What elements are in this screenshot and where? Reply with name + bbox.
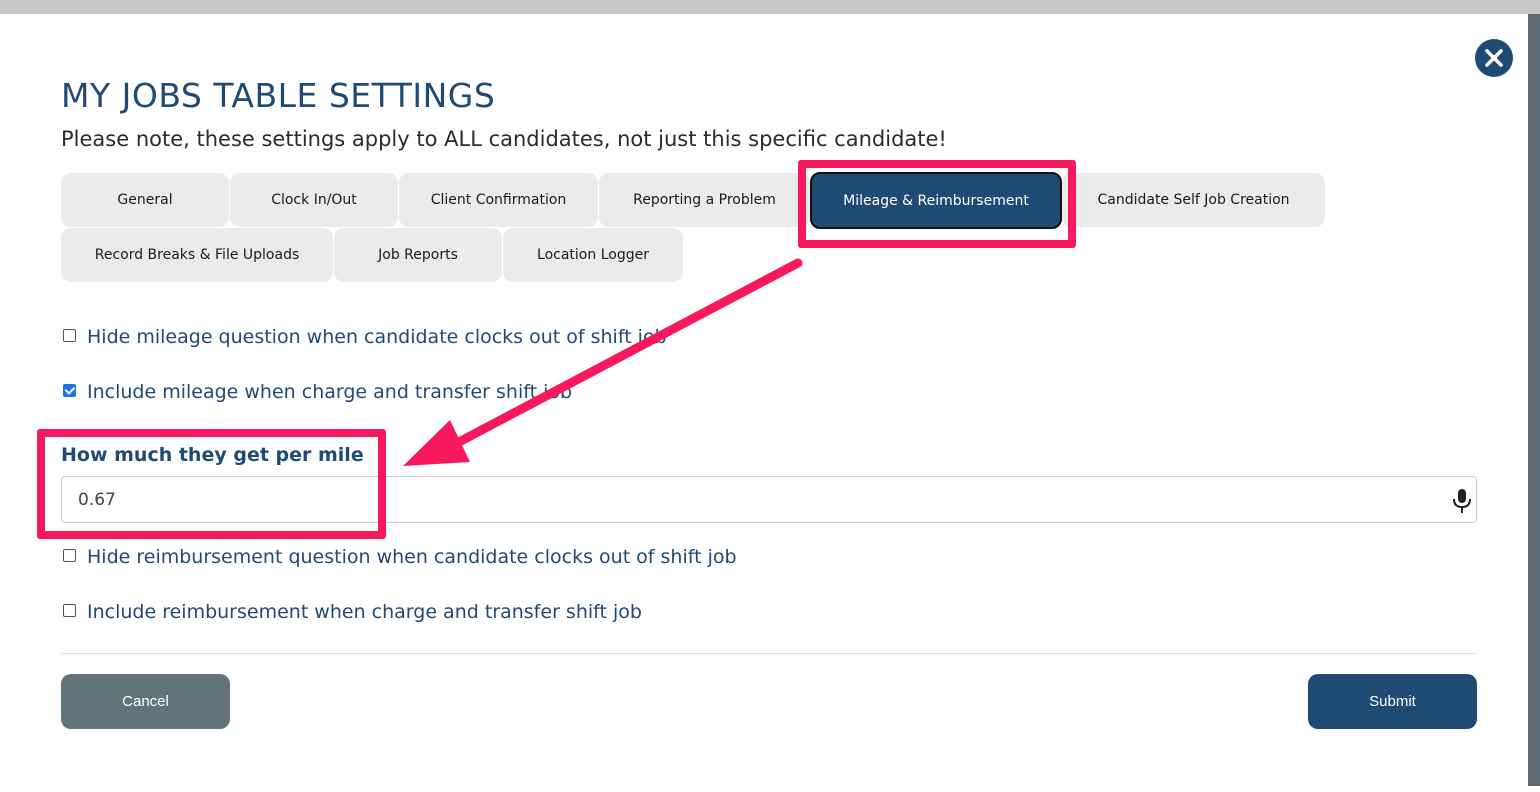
include-mileage-option: Include mileage when charge and transfer…: [61, 381, 572, 403]
tab-label: Job Reports: [378, 247, 458, 263]
hide-mileage-option: Hide mileage question when candidate clo…: [61, 326, 667, 348]
tab-reporting-a-problem[interactable]: Reporting a Problem: [599, 173, 810, 227]
include-reimbursement-checkbox[interactable]: [63, 603, 76, 617]
tab-location-logger[interactable]: Location Logger: [503, 228, 683, 282]
tab-client-confirmation[interactable]: Client Confirmation: [399, 173, 598, 227]
field-highlight-annotation: [37, 429, 386, 539]
hide-reimbursement-checkbox[interactable]: [63, 548, 76, 562]
tab-label: Record Breaks & File Uploads: [94, 247, 300, 263]
tab-candidate-self-job-creation[interactable]: Candidate Self Job Creation: [1062, 173, 1325, 227]
hide-mileage-checkbox[interactable]: [63, 328, 76, 342]
modal-title: MY JOBS TABLE SETTINGS: [61, 76, 496, 115]
include-mileage-label: Include mileage when charge and transfer…: [87, 381, 573, 403]
close-button[interactable]: [1475, 39, 1513, 77]
include-mileage-checkbox[interactable]: [63, 383, 76, 397]
include-reimbursement-label: Include reimbursement when charge and tr…: [87, 601, 642, 623]
close-icon: [1485, 49, 1503, 67]
tab-record-breaks-file-uploads[interactable]: Record Breaks & File Uploads: [61, 228, 333, 282]
include-reimbursement-option: Include reimbursement when charge and tr…: [61, 601, 642, 623]
footer-divider: [61, 653, 1477, 654]
tab-label: General: [117, 192, 173, 208]
cancel-button[interactable]: Cancel: [61, 674, 230, 729]
tab-label: Location Logger: [537, 247, 649, 263]
page-edge: [0, 786, 1540, 792]
tab-label: Clock In/Out: [271, 192, 357, 208]
tab-label: Reporting a Problem: [633, 192, 776, 208]
tab-job-reports[interactable]: Job Reports: [334, 228, 502, 282]
tab-label: Candidate Self Job Creation: [1097, 192, 1290, 208]
submit-button[interactable]: Submit: [1308, 674, 1477, 729]
tab-general[interactable]: General: [61, 173, 229, 227]
tab-highlight-annotation: [798, 160, 1076, 248]
settings-note: Please note, these settings apply to ALL…: [61, 127, 947, 151]
tab-clock-in-out[interactable]: Clock In/Out: [230, 173, 398, 227]
hide-mileage-label: Hide mileage question when candidate clo…: [87, 326, 667, 348]
tab-label: Client Confirmation: [430, 192, 567, 208]
microphone-icon[interactable]: [1451, 488, 1473, 514]
hide-reimbursement-label: Hide reimbursement question when candida…: [87, 546, 737, 568]
hide-reimbursement-option: Hide reimbursement question when candida…: [61, 546, 737, 568]
